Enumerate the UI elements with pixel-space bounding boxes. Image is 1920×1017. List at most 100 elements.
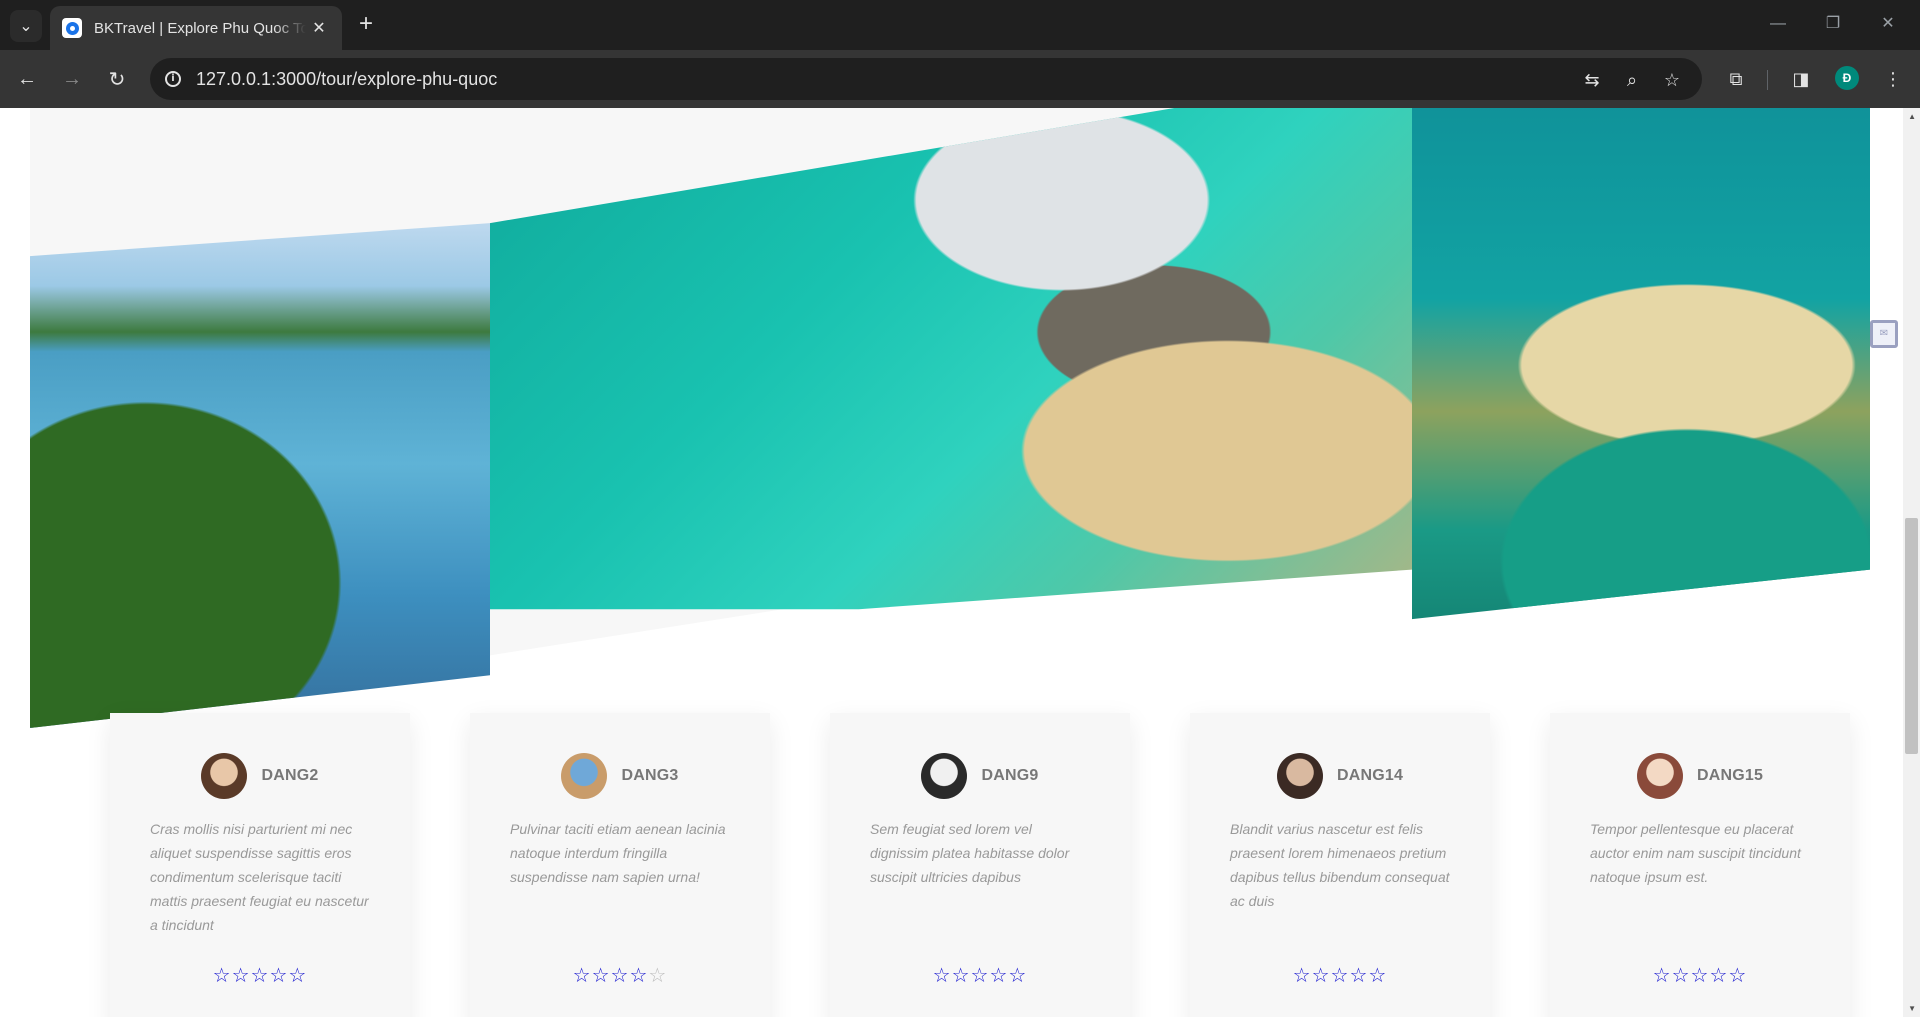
close-window-button[interactable]: ✕: [1865, 10, 1911, 38]
translate-icon: ⇆: [1584, 69, 1600, 90]
reviewer-avatar: [1276, 753, 1323, 799]
forward-button[interactable]: →: [56, 63, 88, 95]
address-bar[interactable]: i 127.0.0.1:3000/tour/explore-phu-quoc ⇆…: [150, 58, 1702, 100]
minimize-icon: —: [1770, 15, 1786, 32]
reload-icon: ↻: [108, 68, 126, 91]
review-card: DANG15 Tempor pellentesque eu placerat a…: [1550, 713, 1850, 1017]
reviewer-avatar: [201, 753, 248, 799]
star-filled-icon: ☆: [989, 963, 1009, 987]
star-filled-icon: ☆: [269, 963, 289, 987]
star-icon: ☆: [1663, 69, 1681, 90]
info-icon: i: [165, 71, 181, 87]
gallery-photo-beach-resort-villas: [490, 108, 1412, 610]
side-panel-button[interactable]: ◨: [1785, 63, 1817, 95]
profile-avatar[interactable]: Đ: [1835, 66, 1859, 90]
side-panel-icon: ◨: [1792, 68, 1810, 89]
site-info-button[interactable]: i: [160, 66, 186, 92]
review-rating: ☆☆☆☆☆: [470, 963, 770, 988]
reviewer-avatar: [561, 753, 608, 799]
translate-button[interactable]: ⇆: [1578, 66, 1606, 94]
star-filled-icon: ☆: [250, 963, 270, 987]
star-filled-icon: ☆: [288, 963, 308, 987]
close-icon: ✕: [1881, 15, 1895, 32]
star-filled-icon: ☆: [231, 963, 251, 987]
plus-icon: +: [358, 10, 373, 37]
review-card: DANG3 Pulvinar taciti etiam aenean lacin…: [470, 713, 770, 1017]
star-filled-icon: ☆: [932, 963, 952, 987]
chevron-down-icon: ⌄: [19, 18, 33, 35]
tour-photo-gallery: [30, 108, 1870, 728]
arrow-right-icon: →: [62, 67, 82, 90]
reviews-section: DANG2 Cras mollis nisi parturient mi nec…: [0, 713, 1920, 1017]
reviewer-name: DANG9: [981, 767, 1039, 784]
puzzle-icon: ⧉: [1729, 68, 1743, 89]
url-text[interactable]: 127.0.0.1:3000/tour/explore-phu-quoc: [196, 69, 497, 90]
star-filled-icon: ☆: [1292, 963, 1312, 987]
browser-menu-button[interactable]: ⋮: [1877, 63, 1909, 95]
zoom-button[interactable]: ⌕: [1618, 66, 1646, 94]
star-filled-icon: ☆: [1690, 963, 1710, 987]
zoom-icon: ⌕: [1626, 69, 1638, 90]
review-rating: ☆☆☆☆☆: [830, 963, 1130, 988]
review-rating: ☆☆☆☆☆: [110, 963, 410, 988]
tab-strip: ⌄ BKTravel | Explore Phu Quoc Tour ✕ + —…: [0, 0, 1920, 50]
review-text: Pulvinar taciti etiam aenean lacinia nat…: [510, 821, 726, 885]
toolbar-divider: [1767, 70, 1768, 90]
star-filled-icon: ☆: [1652, 963, 1672, 987]
review-card: DANG14 Blandit varius nascetur est felis…: [1190, 713, 1490, 1017]
reviewer-avatar: [1636, 753, 1683, 799]
scroll-down-icon[interactable]: ▼: [1908, 1004, 1916, 1013]
tab-close-button[interactable]: ✕: [308, 18, 330, 38]
star-empty-icon: ☆: [648, 963, 668, 987]
star-filled-icon: ☆: [970, 963, 990, 987]
browser-toolbar: ← → ↻ i 127.0.0.1:3000/tour/explore-phu-…: [0, 50, 1920, 108]
scrollbar-thumb[interactable]: [1905, 518, 1918, 754]
review-text: Cras mollis nisi parturient mi nec aliqu…: [150, 821, 369, 933]
star-filled-icon: ☆: [572, 963, 592, 987]
floating-widget-icon[interactable]: ✉: [1870, 320, 1898, 348]
active-tab[interactable]: BKTravel | Explore Phu Quoc Tour ✕: [50, 6, 342, 50]
reviewer-avatar: [921, 753, 968, 799]
gallery-photo-aerial-lagoon: [1412, 108, 1870, 620]
star-filled-icon: ☆: [1349, 963, 1369, 987]
review-text: Sem feugiat sed lorem vel dignissim plat…: [870, 821, 1070, 885]
site-favicon-icon: [62, 18, 82, 38]
review-text: Tempor pellentesque eu placerat auctor e…: [1590, 821, 1801, 885]
minimize-button[interactable]: —: [1755, 10, 1801, 38]
scroll-up-icon[interactable]: ▲: [1908, 112, 1916, 121]
page-scrollbar[interactable]: ▲ ▼: [1903, 108, 1920, 1017]
restore-button[interactable]: ❐: [1810, 10, 1856, 38]
restore-icon: ❐: [1825, 15, 1841, 32]
star-filled-icon: ☆: [1709, 963, 1729, 987]
star-filled-icon: ☆: [951, 963, 971, 987]
star-filled-icon: ☆: [1311, 963, 1331, 987]
back-button[interactable]: ←: [11, 63, 43, 95]
kebab-menu-icon: ⋮: [1884, 68, 1902, 89]
review-rating: ☆☆☆☆☆: [1190, 963, 1490, 988]
star-filled-icon: ☆: [1330, 963, 1350, 987]
review-card: DANG9 Sem feugiat sed lorem vel dignissi…: [830, 713, 1130, 1017]
tab-title: BKTravel | Explore Phu Quoc Tour: [94, 19, 306, 37]
reload-button[interactable]: ↻: [101, 63, 133, 95]
star-filled-icon: ☆: [1671, 963, 1691, 987]
reviewer-name: DANG14: [1336, 767, 1404, 784]
star-filled-icon: ☆: [591, 963, 611, 987]
star-filled-icon: ☆: [1368, 963, 1388, 987]
review-rating: ☆☆☆☆☆: [1550, 963, 1850, 988]
reviewer-name: DANG3: [621, 767, 679, 784]
star-filled-icon: ☆: [629, 963, 649, 987]
page-viewport: ✉ DANG2 Cras mollis nisi parturient mi n…: [0, 108, 1920, 1017]
bookmark-button[interactable]: ☆: [1658, 66, 1686, 94]
star-filled-icon: ☆: [610, 963, 630, 987]
review-card: DANG2 Cras mollis nisi parturient mi nec…: [110, 713, 410, 1017]
reviewer-name: DANG2: [261, 767, 319, 784]
arrow-left-icon: ←: [17, 67, 37, 90]
reviewer-name: DANG15: [1696, 767, 1764, 784]
review-text: Blandit varius nascetur est felis praese…: [1230, 821, 1450, 909]
new-tab-button[interactable]: +: [352, 11, 380, 39]
star-filled-icon: ☆: [212, 963, 232, 987]
star-filled-icon: ☆: [1728, 963, 1748, 987]
extensions-button[interactable]: ⧉: [1720, 63, 1752, 95]
tab-search-button[interactable]: ⌄: [10, 10, 42, 42]
star-filled-icon: ☆: [1008, 963, 1028, 987]
